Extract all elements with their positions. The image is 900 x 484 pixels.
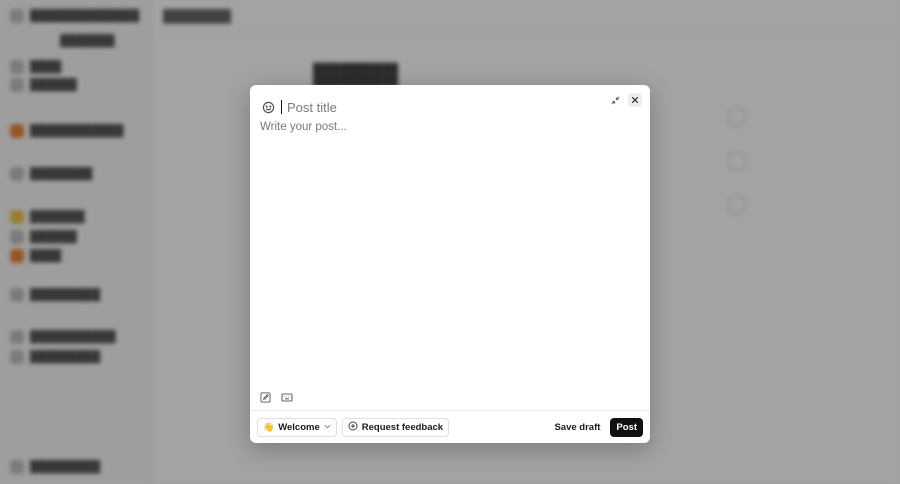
post-body-input[interactable]: [260, 121, 640, 381]
post-composer-modal: 👋 Welcome Request feedback Save draft Po…: [250, 85, 650, 443]
post-title-input[interactable]: [287, 99, 587, 115]
collapse-icon[interactable]: [608, 93, 622, 107]
request-feedback-button[interactable]: Request feedback: [341, 417, 450, 437]
request-feedback-label: Request feedback: [361, 421, 444, 433]
window-controls: [608, 93, 642, 107]
composer-footer: 👋 Welcome Request feedback Save draft Po…: [257, 417, 643, 437]
space-selector[interactable]: 👋 Welcome: [257, 417, 337, 437]
space-label: Welcome: [278, 421, 320, 433]
chevron-down-icon: [324, 424, 331, 431]
keyboard-icon[interactable]: [281, 391, 293, 403]
plus-circle-icon: [348, 420, 358, 434]
space-emoji: 👋: [263, 421, 275, 432]
footer-divider: [250, 410, 650, 411]
close-icon[interactable]: [628, 93, 642, 107]
smiley-icon[interactable]: [260, 99, 276, 115]
save-draft-button[interactable]: Save draft: [554, 422, 600, 433]
post-button[interactable]: Post: [610, 417, 643, 437]
text-caret: [281, 100, 282, 114]
edit-icon[interactable]: [259, 391, 271, 403]
format-toolbar: [259, 391, 293, 403]
title-row: [260, 97, 640, 117]
